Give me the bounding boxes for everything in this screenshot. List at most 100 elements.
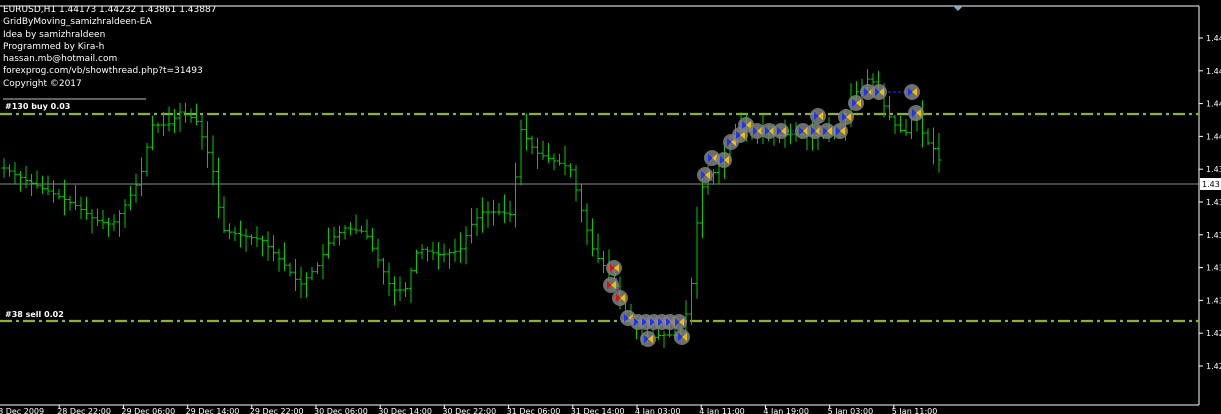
candle (898, 115, 903, 133)
candle (282, 242, 287, 271)
candle (1, 158, 7, 178)
candle (375, 238, 381, 268)
trade-marker[interactable] (810, 108, 826, 124)
candle (892, 115, 898, 134)
candle (122, 199, 128, 228)
candle (271, 235, 276, 262)
candle (238, 220, 243, 248)
order-levels: #130 buy 0.03 #38 sell 0.02 (0, 98, 1199, 323)
candle (502, 194, 507, 223)
candle (595, 233, 601, 263)
trade-marker[interactable] (848, 95, 864, 111)
candle (56, 189, 62, 200)
candle (661, 331, 667, 348)
candle (562, 146, 568, 175)
trade-marker[interactable] (612, 290, 628, 306)
candle (447, 248, 452, 269)
time-tick-label: 5 Jan 11:00 (892, 407, 938, 414)
candle (276, 248, 282, 272)
candle (100, 210, 106, 229)
candle (51, 180, 56, 203)
price-tick-label: 1.43 (1206, 165, 1221, 174)
candle (452, 238, 458, 262)
candle (579, 184, 584, 223)
candle (309, 267, 315, 281)
time-tick-label: 31 Dec 14:00 (571, 407, 625, 414)
candle (84, 196, 89, 220)
candle (177, 103, 183, 132)
trade-marker[interactable] (904, 84, 920, 100)
time-tick-label: 4 Jan 03:00 (635, 407, 681, 414)
candle (106, 217, 111, 237)
candle (485, 201, 491, 228)
candle (199, 115, 205, 150)
chart-shift-marker[interactable] (953, 6, 963, 11)
time-tick-label: 29 Dec 06:00 (121, 407, 175, 414)
time-tick-label: 4 Jan 11:00 (699, 407, 745, 414)
candle (419, 244, 425, 260)
candle (931, 127, 936, 165)
time-tick-label: 5 Jan 03:00 (828, 407, 874, 414)
trade-marker[interactable] (832, 123, 848, 139)
candle (232, 226, 238, 242)
candle (265, 231, 271, 261)
candle (7, 164, 12, 177)
candle (221, 196, 227, 233)
ea-info-panel: EURUSD,H1 1.44173 1.44232 1.43861 1.4388… (3, 4, 216, 90)
price-tick-label: 1.44 (1206, 132, 1221, 141)
price-tick-label: 1.43 (1206, 231, 1221, 240)
candle (205, 121, 210, 168)
candle (689, 277, 694, 325)
candle (887, 96, 892, 121)
candle (293, 258, 298, 291)
candle (254, 226, 260, 247)
candle (540, 140, 546, 160)
time-tick-label: 30 Dec 06:00 (314, 407, 368, 414)
candle (513, 162, 518, 228)
candle (700, 178, 705, 239)
trade-marker[interactable] (674, 329, 690, 345)
trade-marker[interactable] (716, 152, 732, 168)
candle (326, 227, 331, 259)
candle (364, 219, 370, 240)
trade-marker[interactable] (838, 109, 854, 125)
candle (117, 210, 122, 237)
candle (496, 203, 502, 216)
candle (436, 242, 441, 270)
candle (584, 203, 590, 245)
candle (172, 108, 177, 133)
candle (507, 200, 513, 222)
trade-marker[interactable] (908, 105, 924, 121)
price-tick-label: 1.44 (1206, 34, 1221, 43)
candle (95, 208, 100, 226)
candle (397, 276, 403, 301)
sell-level-label: #38 sell 0.02 (5, 310, 64, 319)
trade-marker[interactable] (671, 314, 687, 330)
trade-marker[interactable] (640, 331, 656, 347)
current-price-label: 1.43 (1202, 180, 1220, 189)
price-tick-label: 1.44 (1206, 100, 1221, 109)
candle (535, 137, 540, 169)
candle (408, 267, 414, 303)
chart-window[interactable]: #130 buy 0.03#38 sell 0.02 1.44 1.44 1.44 1… (0, 0, 1221, 414)
candle (67, 195, 73, 211)
trade-marker[interactable] (871, 84, 887, 100)
candle (139, 157, 144, 197)
candle (249, 234, 254, 245)
trade-marker[interactable] (773, 123, 789, 139)
copyright-text: Copyright ©2017 (3, 78, 82, 89)
candle (474, 207, 480, 237)
candle (216, 157, 221, 219)
candle (89, 208, 95, 234)
trade-marker[interactable] (697, 167, 713, 183)
trade-marker[interactable] (603, 277, 619, 293)
candle (287, 262, 293, 277)
candle (601, 251, 606, 274)
candle (381, 257, 386, 285)
trade-marker[interactable] (606, 260, 622, 276)
candle (403, 282, 408, 297)
time-tick-label: 28 Dec 22:00 (57, 407, 111, 414)
time-tick-label: 30 Dec 22:00 (442, 407, 496, 414)
time-tick-label: 29 Dec 22:00 (250, 407, 304, 414)
candle (155, 122, 161, 133)
